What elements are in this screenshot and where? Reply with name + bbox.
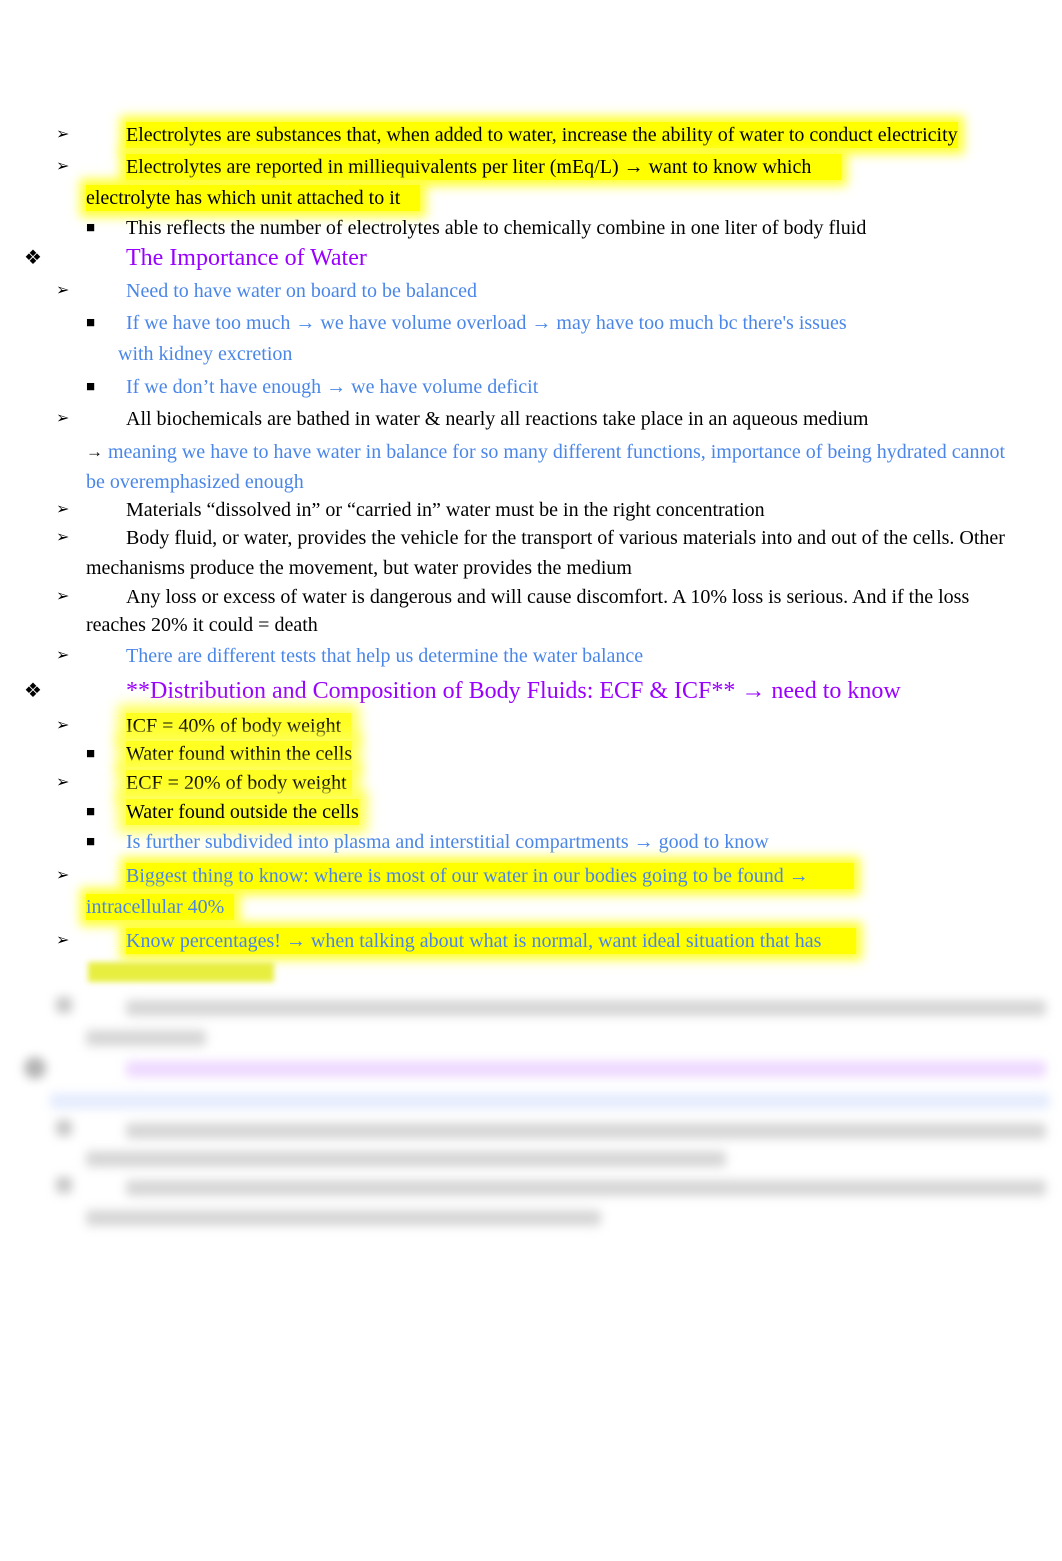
- text-line: intracellular 40%: [86, 894, 235, 920]
- arrow-bullet-icon: ➢: [56, 717, 70, 734]
- text-line: All biochemicals are bathed in water & n…: [126, 408, 869, 430]
- square-bullet-icon: ■: [86, 834, 96, 850]
- arrow-bullet-icon: ➢: [56, 529, 70, 546]
- text-line: There are different tests that help us d…: [126, 645, 644, 667]
- text-line: Any loss or excess of water is dangerous…: [126, 586, 970, 608]
- text-line: with kidney excretion: [118, 343, 293, 365]
- text-line: Know percentages! → when talking about w…: [126, 928, 857, 954]
- text-line: Electrolytes are substances that, when a…: [126, 122, 958, 148]
- blurred-highlight: [88, 962, 274, 982]
- text-line: If we have too much → we have volume ove…: [126, 312, 847, 334]
- text-line: Materials “dissolved in” or “carried in”…: [126, 499, 765, 521]
- text-line: This reflects the number of electrolytes…: [126, 217, 867, 239]
- arrow-bullet-icon: ➢: [56, 410, 70, 427]
- text-line: Electrolytes are reported in milliequiva…: [126, 154, 842, 180]
- text-line: Biggest thing to know: where is most of …: [126, 863, 854, 889]
- diamond-bullet-icon: ❖: [24, 680, 42, 702]
- square-bullet-icon: ■: [86, 220, 96, 236]
- arrow-icon: →: [86, 442, 103, 461]
- text-line: If we don’t have enough → we have volume…: [126, 376, 539, 398]
- arrow-bullet-icon: ➢: [56, 647, 70, 664]
- text-line: reaches 20% it could = death: [86, 614, 318, 636]
- arrow-bullet-icon: ➢: [56, 126, 70, 143]
- text-line: ECF = 20% of body weight: [126, 770, 352, 796]
- arrow-bullet-icon: ➢: [56, 867, 70, 884]
- text-line: electrolyte has which unit attached to i…: [86, 185, 421, 211]
- arrow-bullet-icon: ➢: [56, 588, 70, 605]
- square-bullet-icon: ■: [86, 804, 96, 820]
- square-bullet-icon: ■: [86, 315, 96, 331]
- section-heading: **Distribution and Composition of Body F…: [126, 678, 901, 704]
- text-line: mechanisms produce the movement, but wat…: [86, 557, 632, 579]
- text-line: Water found outside the cells: [126, 799, 359, 825]
- arrow-bullet-icon: ➢: [56, 774, 70, 791]
- arrow-bullet-icon: ➢: [56, 282, 70, 299]
- text-line: Is further subdivided into plasma and in…: [126, 831, 769, 853]
- text-line: Need to have water on board to be balanc…: [126, 280, 477, 302]
- text-line: ICF = 40% of body weight: [126, 713, 352, 739]
- text-line: meaning we have to have water in balance…: [108, 441, 1006, 463]
- arrow-bullet-icon: ➢: [56, 932, 70, 949]
- section-heading: The Importance of Water: [126, 245, 367, 271]
- text-line: be overemphasized enough: [86, 471, 304, 493]
- arrow-bullet-icon: ➢: [56, 501, 70, 518]
- blurred-content-region: [0, 985, 1062, 1245]
- arrow-bullet-icon: ➢: [56, 158, 70, 175]
- square-bullet-icon: ■: [86, 746, 96, 762]
- diamond-bullet-icon: ❖: [24, 247, 42, 269]
- square-bullet-icon: ■: [86, 379, 96, 395]
- text-line: Body fluid, or water, provides the vehic…: [126, 527, 1005, 549]
- text-line: Water found within the cells: [126, 741, 353, 767]
